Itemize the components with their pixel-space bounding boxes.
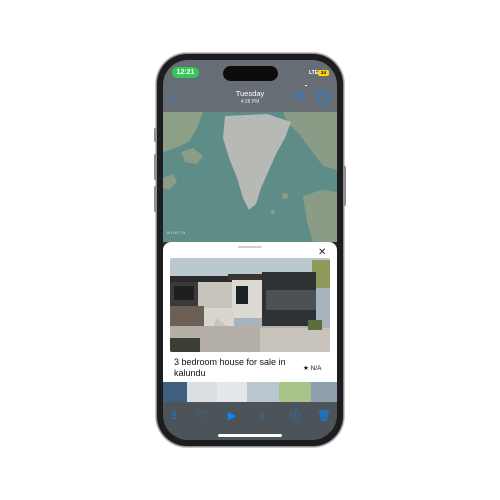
mute-icon[interactable]: ♪ [255,409,269,423]
rating-label: ★ N/A [303,365,322,372]
close-icon[interactable]: ✕ [318,248,326,258]
edit-button[interactable]: Edit [292,93,304,100]
sheet-grabber[interactable] [238,246,262,248]
thumbnail-strip[interactable] [163,382,337,402]
status-bar: 12:21 LTE 24 [163,60,337,90]
listing-photo[interactable] [170,258,330,352]
map-view[interactable]: NORTH [163,112,337,242]
house-image [170,258,330,352]
screen: 12:21 LTE 24 ‹ Tuesday 4:28 PM Edit ··· [163,60,337,440]
status-time[interactable]: 12:21 [172,67,199,78]
share-icon[interactable]: ⇪ [167,409,181,423]
heart-icon[interactable]: ♡ [195,409,209,423]
thumbnail[interactable] [279,382,311,402]
battery-icon: 24 [318,70,329,76]
map-graphic [163,112,337,242]
listing-card: ✕ 3 bedroom house for sale in kalundu ★ … [163,242,337,382]
thumbnail[interactable] [217,382,247,402]
thumbnail[interactable] [187,382,217,402]
volume-down-button [154,186,157,212]
listing-title[interactable]: 3 bedroom house for sale in kalundu [174,357,294,379]
dynamic-island [223,66,278,81]
map-label: NORTH [167,230,187,235]
thumbnail[interactable] [163,382,187,402]
page-subtitle: 4:28 PM [240,99,260,105]
action-button [154,128,157,142]
network-label: LTE [309,70,319,76]
bottom-toolbar: ⇪ ♡ ▶ ♪ ⓘ 🗑 [163,402,337,440]
home-indicator[interactable] [218,434,282,437]
power-button [343,166,346,206]
volume-up-button [154,154,157,180]
thumbnail[interactable] [311,382,337,402]
page-title: Tuesday [235,89,265,98]
thumbnail[interactable] [247,382,279,402]
play-icon[interactable]: ▶ [225,409,239,423]
phone-frame: 12:21 LTE 24 ‹ Tuesday 4:28 PM Edit ··· [154,54,346,446]
trash-icon[interactable]: 🗑 [317,409,331,423]
more-icon[interactable]: ··· [318,91,330,103]
info-icon[interactable]: ⓘ [288,409,302,423]
navigation-bar: ‹ Tuesday 4:28 PM Edit ··· [163,86,337,112]
